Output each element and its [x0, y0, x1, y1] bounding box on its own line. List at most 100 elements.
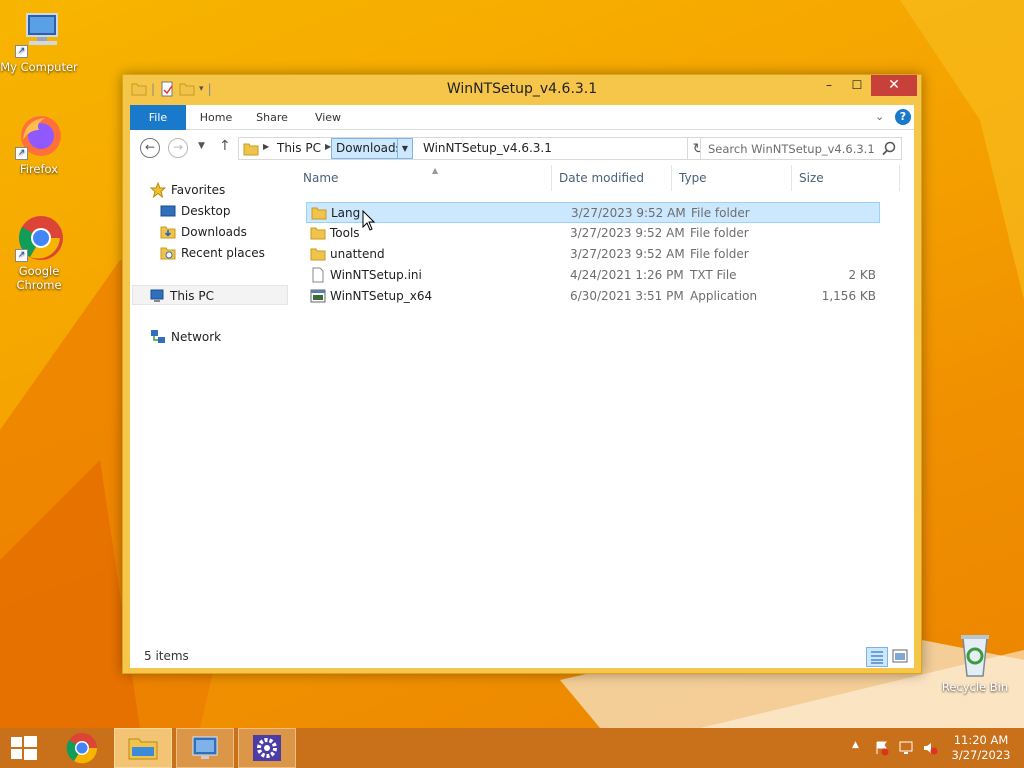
- minimize-button[interactable]: –: [815, 75, 843, 96]
- folder-icon: [243, 143, 259, 156]
- back-button[interactable]: ←: [140, 138, 160, 158]
- file-type: File folder: [691, 206, 750, 220]
- file-type: TXT File: [690, 268, 737, 282]
- file-list: Name ▲ Date modified Type Size Lang 3/27…: [296, 165, 914, 637]
- network-icon: [150, 329, 166, 345]
- mouse-cursor-icon: [362, 209, 376, 235]
- forward-button[interactable]: →: [168, 138, 188, 158]
- file-row-lang[interactable]: Lang 3/27/2023 9:52 AM File folder: [306, 202, 880, 223]
- this-pc-icon: [149, 288, 165, 304]
- desktop-icon-label: My Computer: [0, 60, 78, 74]
- expand-ribbon-chevron-icon[interactable]: ⌄: [875, 110, 884, 123]
- windows-logo-icon: [11, 736, 37, 760]
- start-button[interactable]: [0, 728, 48, 768]
- large-icons-view-button[interactable]: [890, 647, 912, 667]
- search-box[interactable]: [700, 137, 902, 160]
- taskbar-network-app-button[interactable]: [176, 728, 234, 768]
- file-name: Tools: [330, 226, 360, 240]
- recycle-bin-icon: [951, 630, 999, 678]
- chrome-icon: [66, 733, 98, 764]
- nav-item-desktop[interactable]: Desktop: [160, 201, 231, 221]
- file-row-winntsetup-ini[interactable]: WinNTSetup.ini 4/24/2021 1:26 PM TXT Fil…: [306, 265, 880, 286]
- address-bar[interactable]: ▶ This PC ▶ Downloads ▼ WinNTSetup_v4.6.…: [238, 137, 763, 160]
- help-icon[interactable]: ?: [895, 109, 911, 125]
- nav-item-downloads[interactable]: Downloads: [160, 222, 247, 242]
- breadcrumb-current-folder[interactable]: WinNTSetup_v4.6.3.1: [423, 141, 552, 155]
- file-row-unattend[interactable]: unattend 3/27/2023 9:52 AM File folder: [306, 244, 880, 265]
- desktop-icon-firefox[interactable]: ↗ Firefox: [0, 112, 78, 176]
- breadcrumb-this-pc[interactable]: This PC: [277, 141, 321, 155]
- ribbon-tabs: File Home Share View ⌄ ?: [130, 105, 914, 130]
- window-body: File Home Share View ⌄ ? ← → ▼ ↑ ▶ This …: [130, 105, 914, 668]
- desktop-icon-label: Google Chrome: [16, 264, 62, 292]
- action-center-flag-icon[interactable]: [874, 740, 890, 756]
- nav-item-label: Desktop: [181, 204, 231, 218]
- show-hidden-icons-chevron-icon[interactable]: ▲: [852, 740, 859, 750]
- folder-icon: [311, 205, 327, 221]
- file-name: unattend: [330, 247, 385, 261]
- nav-item-this-pc[interactable]: This PC: [132, 285, 288, 305]
- network-settings-icon: [192, 736, 218, 759]
- details-view-icon: [871, 651, 883, 664]
- details-view-button[interactable]: [866, 647, 888, 667]
- gear-icon: [253, 735, 281, 761]
- column-header-size[interactable]: Size: [792, 165, 900, 191]
- taskbar-clock[interactable]: 11:20 AM 3/27/2023: [945, 733, 1017, 763]
- file-explorer-icon: [128, 738, 158, 760]
- nav-item-label: Network: [171, 330, 222, 344]
- close-button[interactable]: ✕: [871, 75, 917, 96]
- breadcrumb-chevron-icon[interactable]: ▶: [263, 142, 269, 151]
- sort-ascending-icon: ▲: [432, 166, 439, 175]
- taskbar: ▲ 11:20 AM 3/27/2023: [0, 728, 1024, 768]
- file-type: File folder: [690, 247, 749, 261]
- title-bar[interactable]: | ▾ | WinNTSetup_v4.6.3.1 – ☐ ✕: [123, 75, 921, 105]
- column-header-name[interactable]: Name: [296, 165, 552, 191]
- shortcut-arrow-icon: ↗: [15, 45, 28, 58]
- taskbar-settings-button[interactable]: [238, 728, 296, 768]
- breadcrumb-downloads[interactable]: Downloads: [331, 138, 407, 159]
- file-date: 3/27/2023 9:52 AM: [570, 247, 685, 261]
- file-name: WinNTSetup_x64: [330, 289, 433, 303]
- file-name: Lang: [331, 206, 361, 220]
- network-status-icon[interactable]: [898, 740, 914, 756]
- nav-item-recent-places[interactable]: Recent places: [160, 243, 265, 263]
- recent-places-icon: [160, 245, 176, 261]
- search-input[interactable]: [701, 138, 879, 159]
- volume-muted-icon[interactable]: [922, 740, 938, 756]
- file-row-tools[interactable]: Tools 3/27/2023 9:52 AM File folder: [306, 223, 880, 244]
- clock-date: 3/27/2023: [951, 748, 1011, 762]
- nav-item-favorites[interactable]: Favorites: [149, 180, 226, 200]
- breadcrumb-dropdown-icon[interactable]: ▼: [397, 138, 413, 159]
- column-header-date-modified[interactable]: Date modified: [552, 165, 672, 191]
- file-type: File folder: [690, 226, 749, 240]
- taskbar-chrome-button[interactable]: [58, 728, 106, 768]
- search-icon[interactable]: [881, 141, 897, 157]
- nav-item-label: Favorites: [171, 183, 226, 197]
- maximize-button[interactable]: ☐: [843, 75, 871, 96]
- recent-locations-chevron-icon[interactable]: ▼: [198, 141, 205, 151]
- computer-icon: ↗: [15, 10, 63, 58]
- tab-share[interactable]: Share: [250, 105, 294, 130]
- desktop-icon-google-chrome[interactable]: ↗ Google Chrome: [0, 214, 78, 292]
- firefox-icon: ↗: [15, 112, 63, 160]
- nav-item-label: Recent places: [181, 246, 265, 260]
- star-icon: [149, 181, 167, 198]
- application-icon: [310, 288, 326, 304]
- desktop-icon-recycle-bin[interactable]: Recycle Bin: [936, 630, 1014, 694]
- large-icons-view-icon: [892, 649, 908, 663]
- nav-item-label: Downloads: [181, 225, 247, 239]
- chrome-icon: ↗: [15, 214, 63, 262]
- navigation-bar: ← → ▼ ↑ ▶ This PC ▶ Downloads ▼ WinNTSet…: [130, 130, 914, 165]
- up-button[interactable]: ↑: [219, 138, 231, 154]
- downloads-folder-icon: [160, 224, 176, 240]
- desktop-icon-my-computer[interactable]: ↗ My Computer: [0, 10, 78, 74]
- file-date: 6/30/2021 3:51 PM: [570, 289, 684, 303]
- taskbar-file-explorer-button[interactable]: [114, 728, 172, 768]
- nav-item-network[interactable]: Network: [150, 327, 221, 347]
- tab-file[interactable]: File: [130, 105, 186, 130]
- folder-icon: [310, 225, 326, 241]
- column-header-type[interactable]: Type: [672, 165, 792, 191]
- file-row-winntsetup-x64[interactable]: WinNTSetup_x64 6/30/2021 3:51 PM Applica…: [306, 286, 880, 307]
- tab-view[interactable]: View: [308, 105, 348, 130]
- tab-home[interactable]: Home: [194, 105, 238, 130]
